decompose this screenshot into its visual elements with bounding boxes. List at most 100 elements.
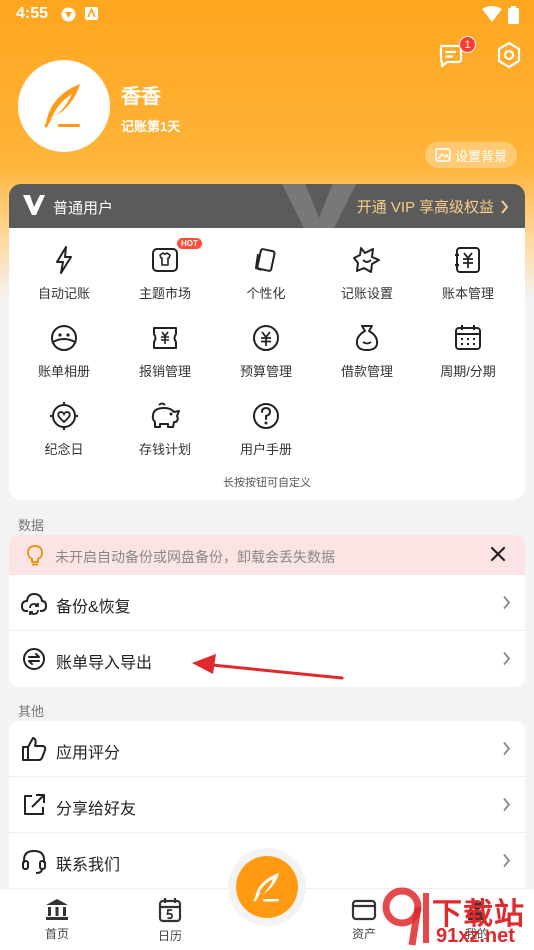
grid-item-personalize[interactable]: 个性化	[216, 244, 316, 302]
grid-item-user-manual[interactable]: 用户手册	[216, 400, 316, 458]
receipt-yen-icon	[153, 327, 177, 349]
lightning-icon	[56, 246, 72, 274]
chevron-right-icon	[501, 199, 509, 214]
status-time: 4:55	[16, 5, 49, 22]
settings-icon[interactable]	[494, 40, 524, 70]
vip-watermark-icon	[282, 184, 356, 228]
feather-pen-icon	[253, 873, 279, 902]
grid-item-label: 个性化	[246, 286, 286, 301]
hot-tag: HOT	[177, 238, 202, 249]
cards-icon	[254, 248, 276, 272]
budget-yen-icon	[253, 325, 279, 351]
grid-item-label: 账单相册	[37, 364, 90, 379]
album-face-icon	[51, 325, 77, 351]
annotation-arrow-icon	[192, 654, 344, 680]
row-backup-restore[interactable]: 备份&恢复	[9, 575, 525, 631]
image-icon	[435, 148, 451, 162]
add-record-button[interactable]	[228, 848, 306, 926]
row-label: 应用评分	[56, 745, 121, 762]
grid-item-label: 预算管理	[239, 364, 292, 379]
share-icon	[24, 794, 45, 815]
chevron-right-icon	[503, 853, 511, 868]
piggy-bank-icon	[151, 402, 180, 428]
bookkeeping-days: 记账第1天	[121, 119, 181, 134]
add-record-button-inner	[236, 856, 298, 918]
set-background-label: 设置背景	[454, 148, 507, 164]
grid-item-label: 周期/分期	[440, 364, 496, 379]
row-label: 备份&恢复	[56, 599, 131, 616]
site-logo-icon	[382, 887, 429, 946]
row-label: 联系我们	[56, 857, 121, 874]
cloud-sync-icon	[21, 592, 47, 615]
wallet-icon	[351, 899, 377, 921]
chevron-right-icon	[503, 741, 511, 756]
grid-item-reimbursement[interactable]: 报销管理	[115, 322, 215, 380]
star-settings-icon	[353, 247, 380, 273]
import-export-icon	[23, 648, 45, 670]
customize-hint: 长按按钮可自定义	[223, 477, 311, 489]
tshirt-icon	[152, 248, 178, 272]
vip-tier: 普通用户	[53, 200, 114, 217]
feature-grid: 自动记账 HOT 主题市场 个性化 记账设置 账本管理 账单相册 报销管理 预算…	[9, 228, 525, 500]
grid-item-auto-record[interactable]: 自动记账	[14, 244, 114, 302]
row-rate-app[interactable]: 应用评分	[9, 721, 525, 777]
grid-item-label: 账本管理	[441, 286, 494, 301]
help-icon	[253, 403, 279, 429]
grid-item-label: 报销管理	[138, 364, 191, 379]
grid-item-bill-album[interactable]: 账单相册	[14, 322, 114, 380]
headset-icon	[22, 849, 46, 874]
vip-bar[interactable]: 普通用户 开通 VIP 享高级权益	[9, 184, 525, 228]
vip-upgrade-label: 开通 VIP 享高级权益	[356, 199, 494, 216]
feather-logo-icon	[44, 84, 80, 128]
grid-item-loans[interactable]: 借款管理	[317, 322, 417, 380]
close-icon[interactable]	[489, 545, 507, 563]
grid-item-recurring[interactable]: 周期/分期	[418, 322, 518, 380]
chevron-right-icon	[503, 595, 511, 610]
grid-item-saving-plan[interactable]: 存钱计划	[115, 400, 215, 458]
section-label-data: 数据	[18, 518, 45, 533]
grid-item-label: 用户手册	[239, 442, 292, 457]
calendar-5-icon	[158, 898, 182, 923]
status-bar: 4:55	[0, 0, 534, 30]
ledger-yen-icon	[455, 247, 480, 273]
grid-item-label: 自动记账	[37, 286, 90, 301]
calendar-icon	[455, 325, 481, 350]
battery-icon	[508, 6, 519, 24]
heart-target-icon	[50, 402, 78, 430]
nav-calendar[interactable]: 日历	[130, 897, 210, 944]
alert-text: 未开启自动备份或网盘备份，卸载会丢失数据	[55, 549, 335, 565]
chevron-right-icon	[503, 651, 511, 666]
app-notification-icon	[61, 7, 76, 22]
username: 香香	[121, 86, 161, 108]
bank-icon	[46, 899, 68, 920]
chevron-right-icon	[503, 797, 511, 812]
grid-item-label: 记账设置	[340, 286, 393, 301]
grid-item-budget[interactable]: 预算管理	[216, 322, 316, 380]
lightbulb-icon	[27, 545, 43, 566]
row-share[interactable]: 分享给好友	[9, 777, 525, 833]
row-label: 分享给好友	[56, 801, 137, 818]
grid-item-label: 纪念日	[44, 442, 84, 457]
grid-item-label: 存钱计划	[138, 442, 191, 457]
nav-label: 日历	[157, 929, 182, 943]
money-bag-icon	[355, 325, 379, 351]
grid-item-anniversary[interactable]: 纪念日	[14, 400, 114, 458]
nav-home[interactable]: 首页	[17, 897, 97, 942]
grid-item-record-settings[interactable]: 记账设置	[317, 244, 417, 302]
watermark-url: 91xz.net	[436, 925, 515, 947]
site-watermark: 下载站 91xz.net	[382, 885, 534, 950]
avatar[interactable]	[18, 60, 110, 152]
section-label-other: 其他	[18, 704, 45, 719]
wifi-icon	[482, 6, 502, 22]
grid-item-theme-market[interactable]: HOT 主题市场	[115, 238, 215, 302]
thumbs-up-icon	[22, 737, 47, 761]
nav-label: 首页	[44, 927, 69, 941]
set-background-button[interactable]: 设置背景	[425, 142, 517, 168]
vip-v-icon	[23, 195, 45, 215]
app-a-icon	[85, 7, 98, 20]
backup-alert: 未开启自动备份或网盘备份，卸载会丢失数据	[9, 535, 525, 575]
row-label: 账单导入导出	[56, 655, 153, 672]
vip-upgrade-link[interactable]: 开通 VIP 享高级权益	[357, 196, 509, 217]
grid-item-ledger-management[interactable]: 账本管理	[418, 244, 518, 302]
message-badge: 1	[459, 36, 476, 53]
